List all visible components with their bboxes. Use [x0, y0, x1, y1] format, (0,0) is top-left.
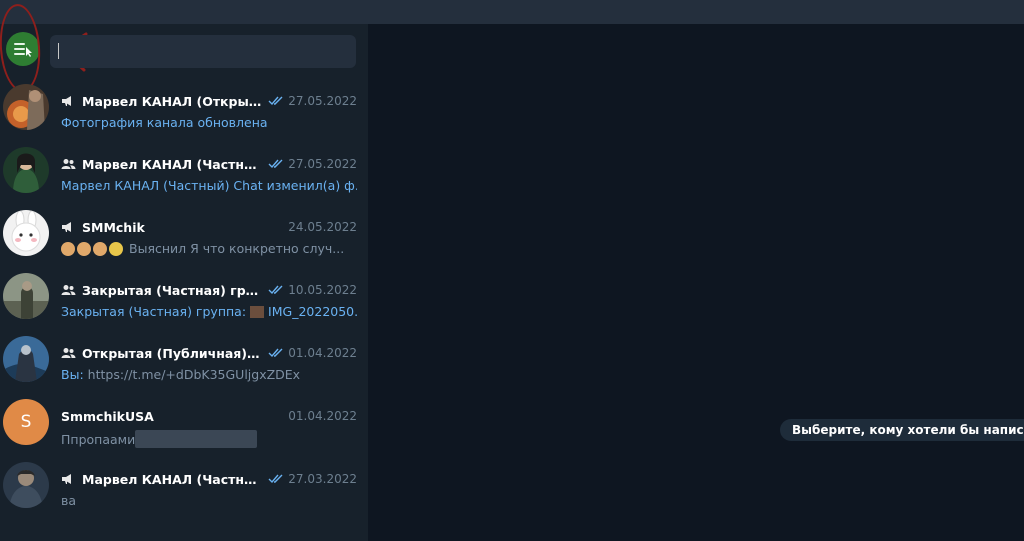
- chat-date: 27.05.2022: [288, 94, 357, 108]
- avatar: [3, 336, 49, 382]
- image-thumbnail-icon: [250, 305, 265, 318]
- chat-preview-text: Выяснил Я что конкретно случ...: [129, 241, 345, 256]
- chat-title: Марвел КАНАЛ (Частный) ...: [82, 156, 262, 172]
- chat-title: Марвел КАНАЛ (Частный): [82, 471, 263, 487]
- chat-preview: Вы: https://t.me/+dDbK35GUljgxZDEx: [61, 367, 357, 382]
- avatar: [3, 462, 49, 508]
- chat-title: Марвел КАНАЛ (Открытая): [82, 93, 263, 109]
- chat-preview-text: Ппропаами: [61, 431, 136, 447]
- group-icon: [61, 346, 77, 360]
- chat-date: 10.05.2022: [288, 283, 357, 297]
- avatar: S: [3, 399, 49, 445]
- chat-preview-text: ва: [61, 493, 77, 508]
- chat-preview: Выяснил Я что конкретно случ...: [61, 241, 357, 256]
- group-icon: [61, 283, 77, 297]
- search-input[interactable]: [50, 35, 356, 68]
- chat-list-item[interactable]: Марвел КАНАЛ (Частный) ... 27.05.2022 Ма…: [0, 141, 368, 204]
- group-icon: [61, 157, 77, 171]
- window-titlebar: [0, 0, 1024, 24]
- chat-list-item[interactable]: Закрытая (Частная) группа 10.05.2022 Зак…: [0, 267, 368, 330]
- avatar: [3, 210, 49, 256]
- chat-preview: Ппропаами: [61, 430, 357, 448]
- chat-preview-text: https://t.me/+dDbK35GUljgxZDEx: [87, 367, 301, 382]
- chat-preview-text: Фотография канала обновлена: [61, 115, 268, 130]
- avatar-letter: S: [20, 412, 32, 432]
- chat-preview-sender: Вы:: [61, 367, 84, 382]
- chat-list-item[interactable]: Открытая (Публичная) гр... 01.04.2022 Вы…: [0, 330, 368, 393]
- select-chat-hint: Выберите, кому хотели бы написа: [780, 419, 1024, 441]
- chat-preview-sender: Закрытая (Частная) группа:: [61, 304, 247, 319]
- monkey-emoji-icon: [77, 241, 91, 256]
- double-check-icon: [268, 285, 283, 295]
- double-check-icon: [268, 474, 283, 484]
- avatar: [3, 147, 49, 193]
- monkey-emoji-icon: [61, 241, 75, 256]
- chat-title: Закрытая (Частная) группа: [82, 282, 263, 298]
- chat-title: Открытая (Публичная) гр...: [82, 345, 263, 361]
- sidebar: Марвел КАНАЛ (Открытая) 27.05.2022 Фотог…: [0, 2, 368, 541]
- chat-date: 01.04.2022: [288, 346, 357, 360]
- sidebar-topbar: [0, 2, 368, 94]
- double-check-icon: [268, 348, 283, 358]
- chat-date: 27.03.2022: [288, 472, 357, 486]
- menu-icon: [14, 43, 32, 57]
- channel-icon: [61, 472, 77, 486]
- chat-preview: Марвел КАНАЛ (Частный) Chat изменил(а) ф…: [61, 178, 357, 193]
- chat-list-item[interactable]: S SmmchikUSA 01.04.2022 Ппропаами: [0, 393, 368, 456]
- chat-preview: ва: [61, 493, 357, 508]
- chat-list-item[interactable]: SMMchik 24.05.2022 Выяснил Я что конкрет…: [0, 204, 368, 267]
- double-check-icon: [268, 96, 283, 106]
- chat-preview-text: Марвел КАНАЛ (Частный) Chat изменил(а) ф…: [61, 178, 357, 193]
- chat-date: 27.05.2022: [288, 157, 357, 171]
- chat-title: SmmchikUSA: [61, 408, 154, 424]
- redacted-block: [135, 430, 258, 448]
- chat-list: Марвел КАНАЛ (Открытая) 27.05.2022 Фотог…: [0, 78, 368, 519]
- chat-date: 01.04.2022: [288, 409, 357, 423]
- chat-preview-text: IMG_2022050...: [268, 304, 357, 319]
- chat-area: Выберите, кому хотели бы написа: [368, 24, 1024, 541]
- channel-icon: [61, 94, 77, 108]
- monkey-emoji-icon: [93, 241, 107, 256]
- chat-date: 24.05.2022: [288, 220, 357, 234]
- avatar: [3, 273, 49, 319]
- chat-preview: Закрытая (Частная) группа: IMG_2022050..…: [61, 304, 357, 319]
- chat-list-item[interactable]: Марвел КАНАЛ (Открытая) 27.05.2022 Фотог…: [0, 78, 368, 141]
- double-check-icon: [268, 159, 283, 169]
- menu-button[interactable]: [6, 32, 40, 66]
- channel-icon: [61, 220, 77, 234]
- chat-title: SMMchik: [82, 219, 145, 235]
- flushed-face-emoji-icon: [109, 241, 123, 256]
- text-caret: [58, 43, 59, 59]
- avatar: [3, 84, 49, 130]
- chat-preview: Фотография канала обновлена: [61, 115, 357, 130]
- chat-list-item[interactable]: Марвел КАНАЛ (Частный) 27.03.2022 ва: [0, 456, 368, 519]
